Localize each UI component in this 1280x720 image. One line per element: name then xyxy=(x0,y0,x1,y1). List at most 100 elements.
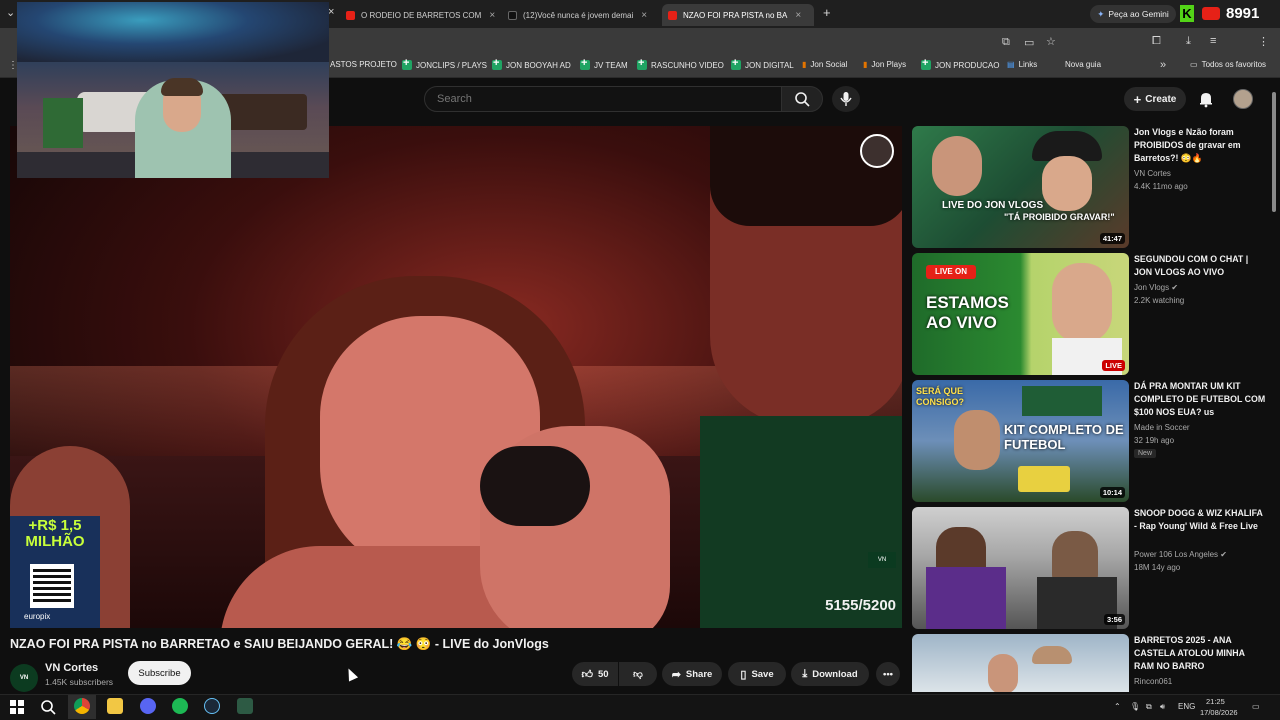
all-bookmarks-button[interactable]: ▭ Todos os favoritos xyxy=(1190,60,1266,69)
notifications-button[interactable] xyxy=(1197,90,1215,108)
bookmark-label: JON PRODUCAO xyxy=(935,60,1000,70)
mic-icon[interactable]: 🎙︎ xyxy=(1130,702,1140,711)
channel-name[interactable]: VN Cortes xyxy=(45,662,98,674)
video-title[interactable]: SNOOP DOGG & WIZ KHALIFA - Rap Young' Wi… xyxy=(1134,507,1266,533)
bookmark-item[interactable]: Nova guia xyxy=(1065,60,1101,69)
volume-icon[interactable]: 🔊︎ xyxy=(1160,702,1165,712)
save-button[interactable]: ▯ Save xyxy=(728,662,786,686)
thumb-price xyxy=(1018,466,1070,492)
mouse-cursor xyxy=(343,666,359,682)
chevron-right-icon[interactable]: » xyxy=(1160,59,1166,71)
video-title[interactable]: SEGUNDOU COM O CHAT | JON VLOGS AO VIVO xyxy=(1134,253,1266,279)
tab-search-icon[interactable]: ⌄ xyxy=(6,6,15,19)
overlay-counter: 5155/5200 xyxy=(825,597,896,614)
share-button[interactable]: ➦ Share xyxy=(662,662,722,686)
notification-center-icon[interactable]: ▭ xyxy=(1252,702,1260,711)
channel-avatar[interactable]: VN CORTES xyxy=(10,664,38,709)
bookmark-item[interactable]: RASCUNHO VIDEO xyxy=(637,57,724,70)
channel-name[interactable]: Made in Soccer xyxy=(1134,423,1190,432)
cast-icon[interactable]: ▭ xyxy=(1024,36,1034,49)
recommended-video[interactable]: BARRETOS 2025 - ANA CASTELA ATOLOU MINHA… xyxy=(912,634,1274,692)
download-icon[interactable]: ⤓ xyxy=(1186,35,1191,48)
share-icon: ➦ xyxy=(671,668,681,681)
video-thumbnail[interactable]: LIVE ON ESTAMOS AO VIVO LIVE xyxy=(912,253,1129,375)
close-icon[interactable]: × xyxy=(795,10,801,21)
search-icon[interactable] xyxy=(40,699,56,715)
bookmark-item[interactable]: ▮ Jon Social xyxy=(802,60,847,69)
gemini-label: Peça ao Gemini xyxy=(1108,9,1169,19)
download-button[interactable]: ⤓ Download xyxy=(791,662,869,686)
bookmark-item[interactable]: JON BOOYAH AD xyxy=(492,57,571,70)
duration-badge: 10:14 xyxy=(1099,487,1125,498)
tab-current-video[interactable]: NZAO FOI PRA PISTA no BA × xyxy=(662,4,814,26)
channel-name[interactable]: Jon Vlogs ✔ xyxy=(1134,283,1178,292)
bookmark-item[interactable]: ▤ Links xyxy=(1007,60,1037,69)
extensions-puzzle-icon[interactable]: ⧠ xyxy=(1152,35,1161,48)
translate-icon[interactable]: ⧉ xyxy=(1002,36,1010,49)
account-avatar[interactable] xyxy=(1233,89,1253,109)
youtube-icon xyxy=(346,10,355,20)
bookmark-item[interactable]: JV TEAM xyxy=(580,57,628,70)
bookmark-star-icon[interactable]: ☆ xyxy=(1046,35,1056,48)
clock-time[interactable]: 21:25 xyxy=(1206,697,1225,706)
sheets-icon xyxy=(580,57,590,70)
create-button[interactable]: + Create xyxy=(1124,87,1186,111)
more-actions-button[interactable]: ••• xyxy=(876,662,900,686)
app-icon[interactable] xyxy=(237,698,253,714)
network-icon[interactable]: ⧉ xyxy=(1146,702,1152,712)
new-tab-button[interactable]: + xyxy=(823,5,831,20)
channel-name[interactable]: VN Cortes xyxy=(1134,169,1171,178)
sheets-icon xyxy=(402,57,412,70)
dislike-button[interactable]: 👎︎ xyxy=(619,662,657,686)
tray-chevron-icon[interactable]: ⌃ xyxy=(1114,702,1121,711)
thumb-text: "TÁ PROIBIDO GRAVAR!" xyxy=(1004,212,1115,222)
close-icon[interactable]: × xyxy=(641,10,647,21)
spotify-icon[interactable] xyxy=(172,698,188,714)
video-title[interactable]: BARRETOS 2025 - ANA CASTELA ATOLOU MINHA… xyxy=(1134,634,1266,673)
close-icon[interactable]: × xyxy=(489,10,495,21)
channel-name[interactable]: Power 106 Los Angeles ✔ xyxy=(1134,550,1227,559)
tab-tiktok[interactable]: (12)Você nunca é jovem demai × xyxy=(502,4,660,26)
windows-start-icon[interactable] xyxy=(10,700,24,714)
recommended-video[interactable]: LIVE ON ESTAMOS AO VIVO LIVE SEGUNDOU CO… xyxy=(912,253,1274,375)
video-thumbnail[interactable]: SERÁ QUE CONSIGO? KIT COMPLETO DE FUTEBO… xyxy=(912,380,1129,502)
scrollbar-thumb[interactable] xyxy=(1272,92,1276,212)
promo-brand: europix xyxy=(24,612,51,621)
bookmark-item[interactable]: ▮ Jon Plays xyxy=(863,60,906,69)
tab-rodeio[interactable]: O RODEIO DE BARRETOS COM × xyxy=(340,4,500,26)
search-input[interactable] xyxy=(425,87,781,111)
video-title[interactable]: Jon Vlogs e Nzão foram PROIBIDOS de grav… xyxy=(1134,126,1266,165)
video-thumbnail[interactable] xyxy=(912,634,1129,692)
reading-list-icon[interactable]: ≡ xyxy=(1210,35,1216,47)
thumb-person xyxy=(954,410,1000,470)
gemini-button[interactable]: ✦ Peça ao Gemini xyxy=(1090,5,1176,23)
chrome-icon[interactable] xyxy=(74,698,90,714)
discord-icon[interactable] xyxy=(140,698,156,714)
taskbar xyxy=(0,694,1280,720)
video-thumbnail[interactable]: LIVE DO JON VLOGS "TÁ PROIBIDO GRAVAR!" … xyxy=(912,126,1129,248)
search-button[interactable] xyxy=(781,86,823,112)
recommended-video[interactable]: LIVE DO JON VLOGS "TÁ PROIBIDO GRAVAR!" … xyxy=(912,126,1274,248)
clock-date[interactable]: 17/08/2026 xyxy=(1200,708,1238,717)
thumb-text: KIT COMPLETO DE FUTEBOL xyxy=(1004,422,1124,452)
bookmark-item[interactable]: JON DIGITAL xyxy=(731,57,794,70)
more-vert-icon[interactable]: ⋮ xyxy=(1258,35,1269,48)
like-button[interactable]: 👍︎ 50 xyxy=(572,662,618,686)
language-indicator[interactable]: ENG xyxy=(1178,702,1195,711)
bookmark-item[interactable]: JONCLIPS / PLAYS xyxy=(402,57,487,70)
recommended-video[interactable]: 3:56 SNOOP DOGG & WIZ KHALIFA - Rap Youn… xyxy=(912,507,1274,629)
search-box[interactable] xyxy=(424,86,782,112)
thumb-text: SERÁ QUE CONSIGO? xyxy=(916,386,965,407)
bookmark-item[interactable]: JON PRODUCAO xyxy=(921,57,1000,70)
channel-name[interactable]: Rincon061 xyxy=(1134,677,1172,686)
recommended-video[interactable]: SERÁ QUE CONSIGO? KIT COMPLETO DE FUTEBO… xyxy=(912,380,1274,502)
subscribe-button[interactable]: Subscribe xyxy=(128,661,191,685)
video-title[interactable]: DÁ PRA MONTAR UM KIT COMPLETO DE FUTEBOL… xyxy=(1134,380,1266,419)
video-player[interactable]: +R$ 1,5 MILHÃO europix VN 5155/5200 xyxy=(10,126,902,628)
webcam-frame xyxy=(17,2,329,62)
video-thumbnail[interactable]: 3:56 xyxy=(912,507,1129,629)
voice-search-button[interactable] xyxy=(832,86,860,112)
folder-icon[interactable] xyxy=(107,698,123,714)
bookmark-item[interactable]: ASTOS PROJETO xyxy=(330,60,397,69)
steam-icon[interactable] xyxy=(204,698,220,714)
